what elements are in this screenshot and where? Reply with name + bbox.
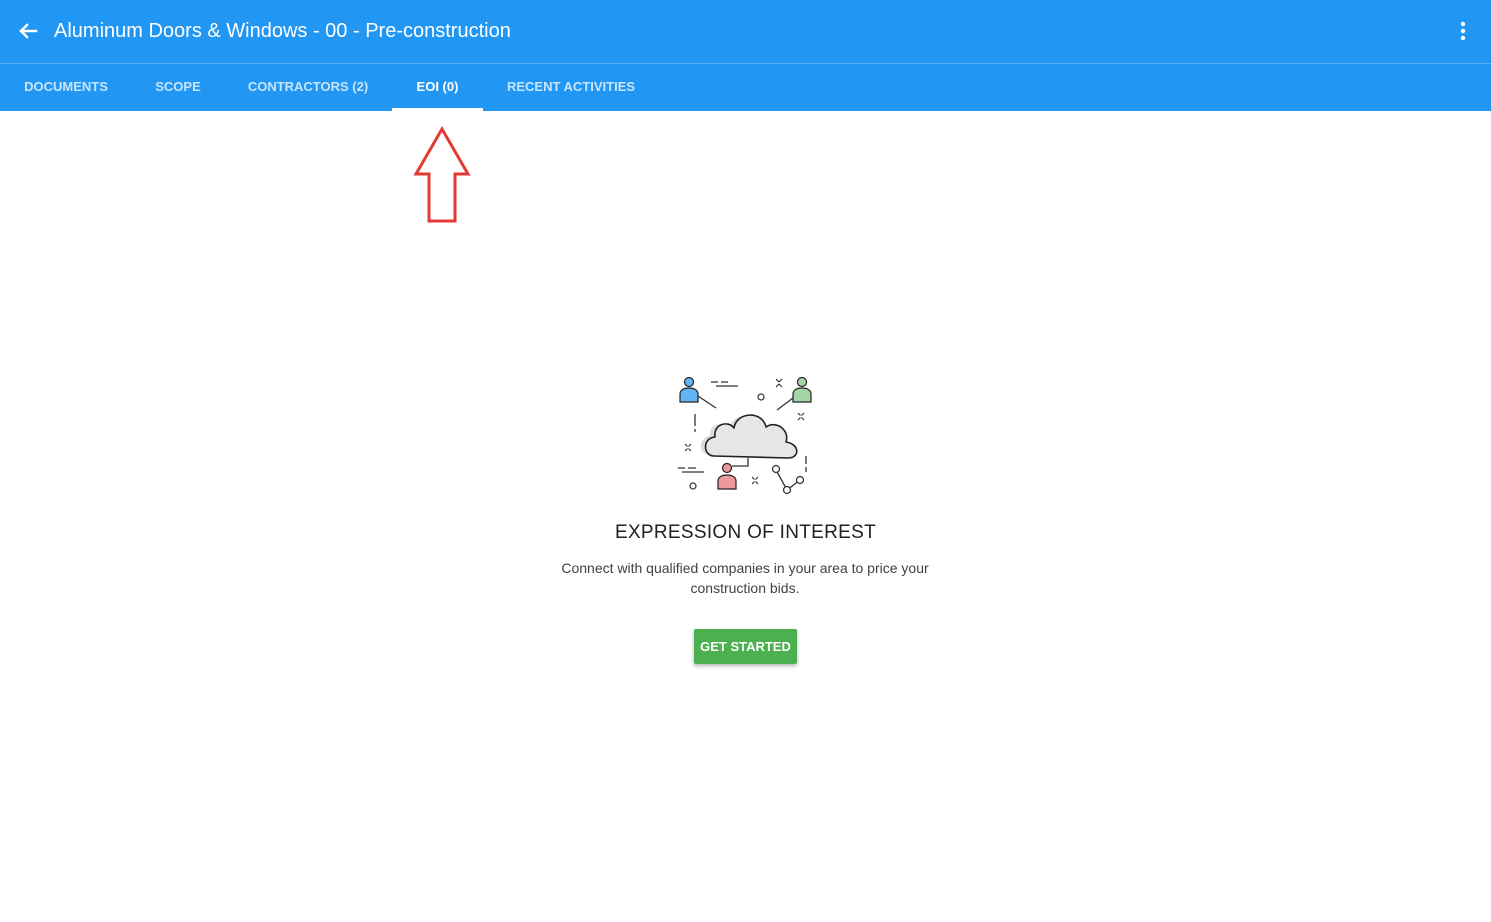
more-vertical-icon — [1460, 21, 1466, 41]
app-bar: Aluminum Doors & Windows - 00 - Pre-cons… — [0, 0, 1491, 111]
arrow-up-outline-icon — [413, 126, 471, 223]
get-started-button[interactable]: GET STARTED — [694, 629, 797, 664]
empty-state-title: EXPRESSION OF INTEREST — [614, 522, 877, 543]
empty-state-description: Connect with qualified companies in your… — [561, 560, 929, 596]
page-title: Aluminum Doors & Windows - 00 - Pre-cons… — [54, 20, 511, 42]
more-options-button[interactable] — [1450, 17, 1476, 45]
cloud-network-people-icon — [678, 376, 812, 495]
tab-scope[interactable]: SCOPE — [132, 64, 224, 111]
title-row: Aluminum Doors & Windows - 00 - Pre-cons… — [0, 0, 1491, 63]
arrow-left-icon — [19, 23, 38, 39]
tab-contractors[interactable]: CONTRACTORS (2) — [224, 64, 392, 111]
tab-bar: DOCUMENTS SCOPE CONTRACTORS (2) EOI (0) … — [0, 64, 1491, 111]
tab-eoi[interactable]: EOI (0) — [392, 64, 483, 111]
back-button[interactable] — [14, 17, 42, 45]
tab-documents[interactable]: DOCUMENTS — [0, 64, 132, 111]
tab-recent-activities[interactable]: RECENT ACTIVITIES — [483, 64, 659, 111]
